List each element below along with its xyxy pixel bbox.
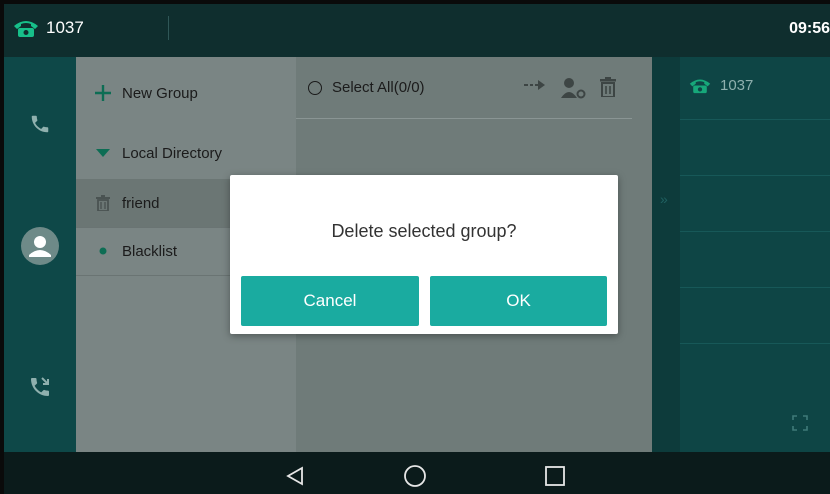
pane-divider xyxy=(680,343,830,344)
line-status-pane: 1037 xyxy=(680,57,830,452)
pane-divider xyxy=(680,287,830,288)
recents-square-icon xyxy=(545,466,565,486)
phone-line-icon xyxy=(689,79,711,94)
back-triangle-icon xyxy=(286,466,303,486)
home-button[interactable] xyxy=(400,461,430,491)
select-all-label: Select All(0/0) xyxy=(332,79,425,96)
sidebar-item-label: Blacklist xyxy=(122,242,178,260)
left-rail xyxy=(4,57,76,452)
bullet-dot-icon xyxy=(92,247,114,255)
pane-divider xyxy=(680,231,830,232)
status-divider xyxy=(168,16,169,40)
ok-button[interactable]: OK xyxy=(430,276,607,326)
line-status: 1037 xyxy=(12,18,84,38)
plus-icon xyxy=(92,84,114,102)
delete-trash-icon[interactable] xyxy=(600,77,616,97)
navigation-bar xyxy=(4,452,830,494)
phone-handset-icon xyxy=(31,115,49,133)
sidebar-item-label: Local Directory xyxy=(122,144,223,162)
rail-phone-button[interactable] xyxy=(4,113,76,135)
sidebar-item-local-directory[interactable]: Local Directory xyxy=(76,129,296,177)
phone-screen: 1037 09:56 New Group Local Directory fri… xyxy=(4,4,830,494)
contact-list-header: Select All(0/0) xyxy=(296,57,652,119)
pane-divider xyxy=(680,175,830,176)
phone-line-icon xyxy=(14,21,38,37)
sidebar-item-label: friend xyxy=(122,194,160,212)
rail-history-button[interactable] xyxy=(4,375,76,399)
new-group-button[interactable]: New Group xyxy=(76,69,296,117)
rail-contacts-button[interactable] xyxy=(4,227,76,265)
header-divider xyxy=(296,118,632,119)
pane-line-status: 1037 xyxy=(688,77,753,94)
expand-chevron-icon[interactable]: » xyxy=(660,191,668,207)
dialog-message: Delete selected group? xyxy=(331,221,517,241)
new-group-label: New Group xyxy=(122,84,198,102)
move-arrow-icon[interactable] xyxy=(524,77,546,93)
contact-avatar-icon xyxy=(21,227,59,265)
pane-line-number: 1037 xyxy=(720,77,754,94)
clock: 09:56 xyxy=(789,20,830,37)
recents-button[interactable] xyxy=(540,461,570,491)
delete-group-dialog: Delete selected group? Cancel OK xyxy=(230,175,618,334)
call-history-icon xyxy=(31,377,49,396)
back-button[interactable] xyxy=(280,461,310,491)
cancel-button[interactable]: Cancel xyxy=(241,276,419,326)
line-number: 1037 xyxy=(46,18,84,37)
trash-icon xyxy=(92,195,114,211)
select-all-toggle[interactable]: Select All(0/0) xyxy=(308,79,425,96)
caret-down-icon xyxy=(92,148,114,158)
home-circle-icon xyxy=(404,465,426,487)
select-all-radio[interactable] xyxy=(308,80,322,95)
status-bar: 1037 09:56 xyxy=(4,4,830,57)
fullscreen-icon[interactable] xyxy=(792,415,808,431)
contact-settings-icon[interactable] xyxy=(560,77,586,99)
pane-divider xyxy=(680,119,830,120)
